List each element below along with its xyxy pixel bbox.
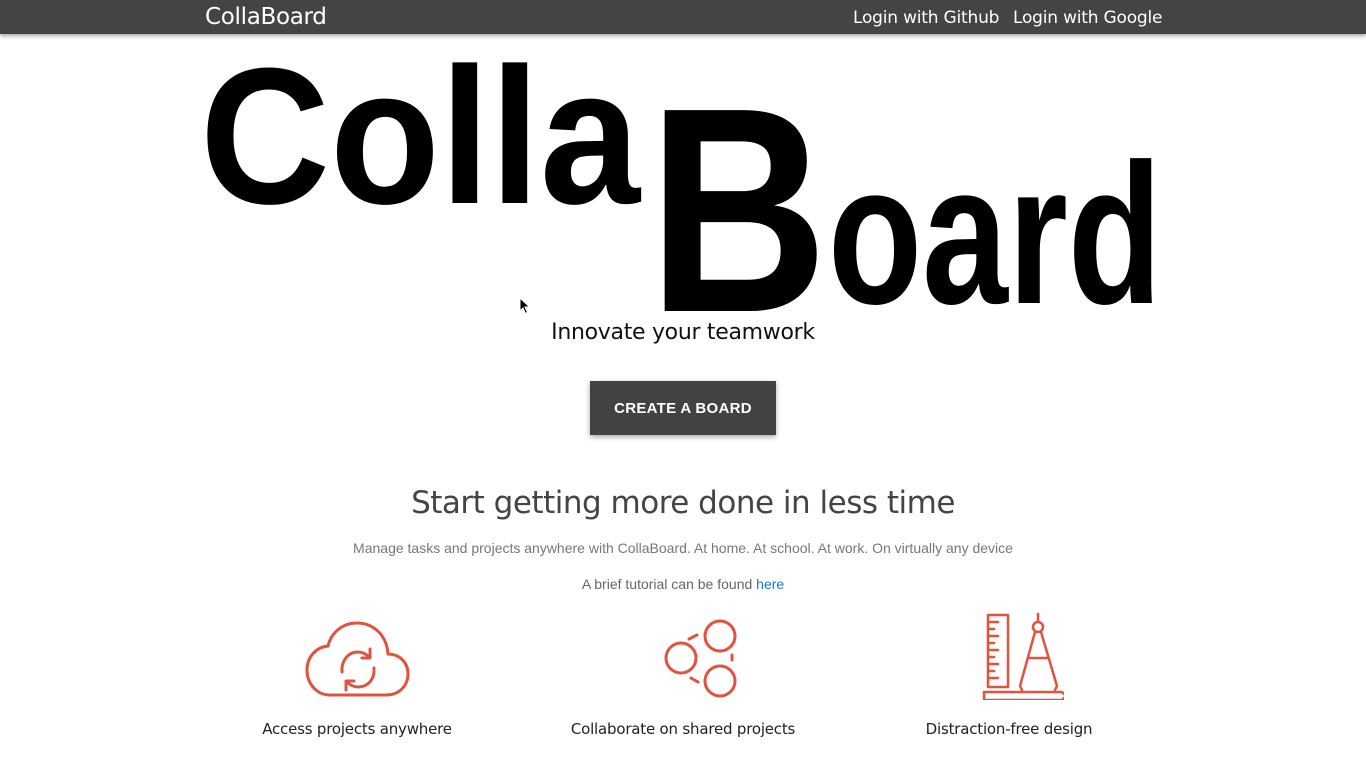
login-google-link[interactable]: Login with Google bbox=[1013, 8, 1162, 28]
logo-colla-text: Colla bbox=[200, 48, 642, 245]
feature-design: Distraction-free design bbox=[859, 610, 1159, 738]
section-headline: Start getting more done in less time bbox=[411, 485, 955, 521]
cloud-sync-icon bbox=[305, 621, 410, 697]
brand-logo-text[interactable]: CollaBoard bbox=[205, 3, 327, 31]
logo-b-text: B bbox=[648, 48, 828, 320]
share-icon bbox=[664, 619, 737, 698]
ruler-compass-icon bbox=[982, 612, 1064, 700]
hero-logo: Colla B oard bbox=[200, 48, 1162, 320]
feature-label: Distraction-free design bbox=[925, 720, 1093, 738]
feature-label: Collaborate on shared projects bbox=[570, 720, 796, 738]
top-navbar: CollaBoard Login with Github Login with … bbox=[0, 0, 1366, 34]
tutorial-text: A brief tutorial can be found bbox=[581, 576, 757, 592]
section-subline: Manage tasks and projects anywhere with … bbox=[353, 540, 1013, 556]
mouse-cursor-icon bbox=[519, 297, 531, 315]
feature-access: Access projects anywhere bbox=[207, 610, 507, 738]
tutorial-line: A brief tutorial can be found here bbox=[0, 576, 1366, 592]
logo-oard-text: oard bbox=[828, 123, 1162, 320]
feature-collaborate: Collaborate on shared projects bbox=[533, 610, 833, 738]
login-github-link[interactable]: Login with Github bbox=[853, 8, 999, 28]
feature-label: Access projects anywhere bbox=[262, 720, 452, 738]
create-board-button[interactable]: CREATE A BOARD bbox=[590, 381, 776, 435]
tutorial-link[interactable]: here bbox=[756, 576, 784, 592]
hero-tagline: Innovate your teamwork bbox=[551, 320, 815, 345]
